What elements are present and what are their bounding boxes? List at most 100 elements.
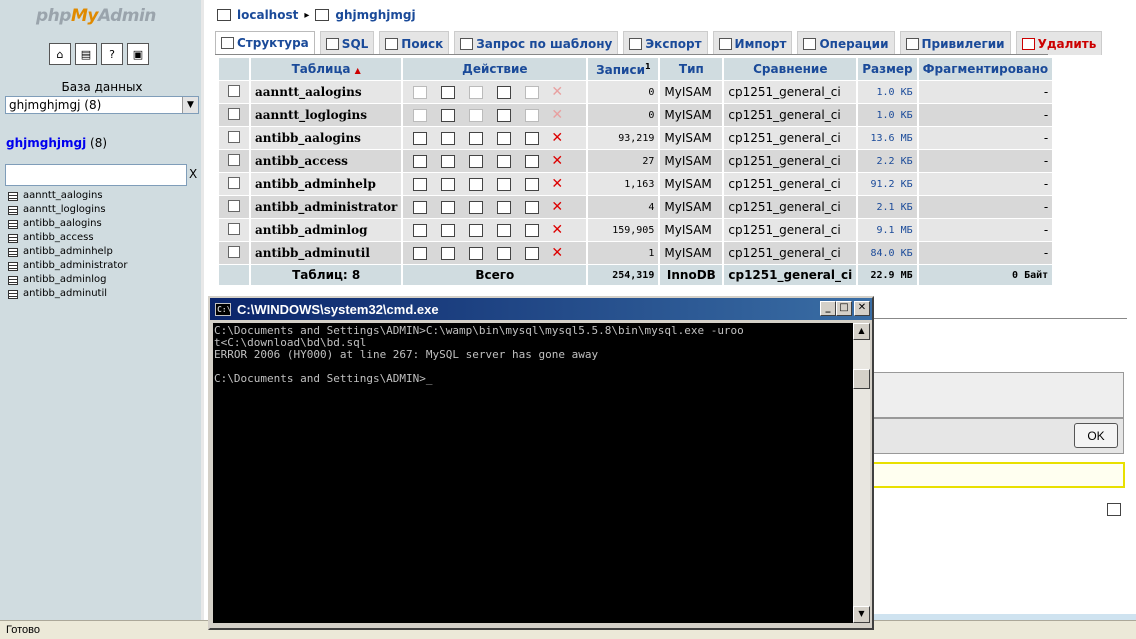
tab-query[interactable]: Запрос по шаблону: [454, 31, 619, 55]
row-table-name[interactable]: aanntt_aalogins: [251, 81, 402, 103]
table-icon[interactable]: [8, 289, 18, 299]
tab-structure[interactable]: Структура: [215, 31, 315, 55]
insert-icon[interactable]: [497, 200, 512, 214]
header-rows[interactable]: Записи1: [588, 58, 659, 80]
row-table-name[interactable]: antibb_adminutil: [251, 242, 402, 264]
docs-icon[interactable]: ?: [101, 43, 123, 65]
structure-icon[interactable]: [441, 108, 456, 122]
structure-icon[interactable]: [441, 85, 456, 99]
search-icon[interactable]: [469, 177, 484, 191]
home-icon[interactable]: ⌂: [49, 43, 71, 65]
row-size[interactable]: 2.2 КБ: [858, 150, 917, 172]
search-icon[interactable]: [469, 108, 484, 122]
list-item[interactable]: antibb_aalogins: [8, 217, 128, 231]
filter-clear-button[interactable]: X: [189, 167, 197, 181]
drop-icon[interactable]: ✕: [551, 222, 563, 238]
row-checkbox[interactable]: [228, 245, 240, 258]
insert-icon[interactable]: [497, 223, 512, 237]
ok-button[interactable]: OK: [1074, 423, 1118, 448]
list-item[interactable]: antibb_access: [8, 231, 128, 245]
current-database[interactable]: ghjmghjmgj (8): [6, 136, 107, 150]
search-icon[interactable]: [469, 154, 484, 168]
browse-icon[interactable]: [413, 200, 428, 214]
browse-icon[interactable]: [413, 246, 428, 260]
browse-icon[interactable]: [413, 108, 428, 122]
drop-icon[interactable]: ✕: [551, 245, 563, 261]
tab-operations[interactable]: Операции: [797, 31, 895, 55]
structure-icon[interactable]: [441, 131, 456, 145]
row-size[interactable]: 2.1 КБ: [858, 196, 917, 218]
tab-import[interactable]: Импорт: [712, 31, 793, 55]
empty-icon[interactable]: [525, 131, 540, 145]
close-button[interactable]: ✕: [854, 301, 870, 316]
row-checkbox[interactable]: [228, 130, 240, 143]
cmd-window[interactable]: C:\ C:\WINDOWS\system32\cmd.exe _ □ ✕ C:…: [208, 296, 874, 630]
structure-icon[interactable]: [441, 200, 456, 214]
query-window-icon[interactable]: ▣: [127, 43, 149, 65]
list-item[interactable]: antibb_adminutil: [8, 287, 128, 301]
list-item[interactable]: antibb_adminhelp: [8, 245, 128, 259]
table-icon[interactable]: [8, 191, 18, 201]
row-table-name[interactable]: antibb_adminhelp: [251, 173, 402, 195]
data-dictionary-icon[interactable]: [1107, 503, 1121, 516]
insert-icon[interactable]: [497, 177, 512, 191]
list-item[interactable]: aanntt_loglogins: [8, 203, 128, 217]
browse-icon[interactable]: [413, 131, 428, 145]
drop-icon[interactable]: ✕: [551, 176, 563, 192]
header-table-label[interactable]: Таблица: [292, 62, 351, 76]
structure-icon[interactable]: [441, 154, 456, 168]
browse-icon[interactable]: [413, 177, 428, 191]
sql-icon[interactable]: ▤: [75, 43, 97, 65]
table-link[interactable]: antibb_administrator: [23, 259, 128, 273]
empty-icon[interactable]: [525, 177, 540, 191]
table-link[interactable]: aanntt_aalogins: [23, 189, 103, 203]
minimize-button[interactable]: _: [820, 301, 836, 316]
row-table-name[interactable]: antibb_access: [251, 150, 402, 172]
sort-asc-icon[interactable]: ▲: [355, 66, 361, 75]
list-item[interactable]: antibb_adminlog: [8, 273, 128, 287]
drop-icon[interactable]: ✕: [551, 84, 563, 100]
current-database-name[interactable]: ghjmghjmgj: [6, 136, 86, 150]
scroll-up-icon[interactable]: ▲: [853, 323, 870, 340]
table-icon[interactable]: [8, 205, 18, 215]
table-link[interactable]: antibb_aalogins: [23, 217, 102, 231]
database-select[interactable]: ghjmghjmgj (8) ▼: [5, 96, 199, 114]
row-checkbox[interactable]: [228, 199, 240, 212]
structure-icon[interactable]: [441, 177, 456, 191]
row-table-name[interactable]: antibb_aalogins: [251, 127, 402, 149]
drop-icon[interactable]: ✕: [551, 130, 563, 146]
structure-icon[interactable]: [441, 246, 456, 260]
tab-search[interactable]: Поиск: [379, 31, 450, 55]
phpmyadmin-logo[interactable]: phpMyAdmin: [36, 6, 156, 26]
list-item[interactable]: antibb_administrator: [8, 259, 128, 273]
chevron-down-icon[interactable]: ▼: [182, 97, 198, 113]
table-link[interactable]: antibb_adminhelp: [23, 245, 113, 259]
breadcrumb-database[interactable]: ghjmghjmgj: [335, 8, 415, 22]
insert-icon[interactable]: [497, 131, 512, 145]
header-rows-label[interactable]: Записи: [596, 63, 645, 77]
insert-icon[interactable]: [497, 154, 512, 168]
scroll-thumb[interactable]: [853, 369, 870, 389]
scroll-down-icon[interactable]: ▼: [853, 606, 870, 623]
drop-icon[interactable]: ✕: [551, 107, 563, 123]
empty-icon[interactable]: [525, 223, 540, 237]
browse-icon[interactable]: [413, 85, 428, 99]
row-table-name[interactable]: antibb_adminlog: [251, 219, 402, 241]
empty-icon[interactable]: [525, 85, 540, 99]
table-icon[interactable]: [8, 247, 18, 257]
table-icon[interactable]: [8, 261, 18, 271]
empty-icon[interactable]: [525, 200, 540, 214]
maximize-button[interactable]: □: [836, 301, 852, 316]
insert-icon[interactable]: [497, 108, 512, 122]
search-icon[interactable]: [469, 223, 484, 237]
table-icon[interactable]: [8, 233, 18, 243]
empty-icon[interactable]: [525, 108, 540, 122]
row-size[interactable]: 1.0 КБ: [858, 104, 917, 126]
search-icon[interactable]: [469, 200, 484, 214]
table-filter-input[interactable]: [5, 164, 187, 186]
table-link[interactable]: antibb_adminutil: [23, 287, 107, 301]
browse-icon[interactable]: [413, 223, 428, 237]
header-table[interactable]: Таблица ▲: [251, 58, 402, 80]
breadcrumb-server[interactable]: localhost: [237, 8, 298, 22]
row-size[interactable]: 91.2 КБ: [858, 173, 917, 195]
